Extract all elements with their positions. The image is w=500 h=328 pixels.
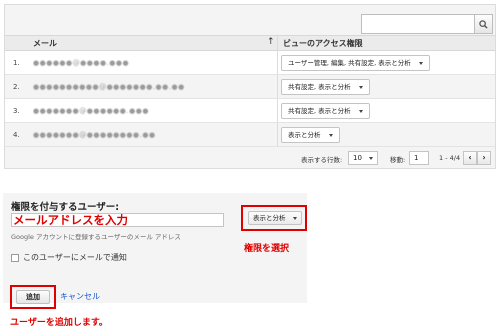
permission-highlight-box: 表示と分析 <box>241 205 307 231</box>
search-icon <box>479 19 488 29</box>
chevron-right-icon: › <box>482 153 486 162</box>
dropdown-arrow-icon <box>358 86 363 89</box>
email-hint: Google アカウントに登録するユーザーのメール アドレス <box>11 233 181 241</box>
permission-dropdown[interactable]: 表示と分析 <box>281 127 340 143</box>
permission-select-value: 表示と分析 <box>253 214 286 222</box>
table-row: 3. ●●●●●●●@●●●●●●.●●● 共有設定, 表示と分析 <box>5 99 495 123</box>
add-highlight-box: 追加 <box>10 285 56 309</box>
dropdown-arrow-icon <box>358 110 363 113</box>
column-divider <box>277 36 278 50</box>
column-divider <box>277 123 278 146</box>
rows-per-page-value: 10 <box>353 154 362 162</box>
goto-page-value: 1 <box>414 154 419 162</box>
goto-label: 移動: <box>390 156 406 164</box>
permission-dropdown[interactable]: 共有設定, 表示と分析 <box>281 103 370 119</box>
table-header: メール ↑ ビューのアクセス権限 <box>5 35 495 51</box>
row-number: 2. <box>13 83 20 91</box>
notify-label: このユーザーにメールで通知 <box>23 253 127 262</box>
permission-callout-text: 権限を選択 <box>244 244 290 254</box>
sort-arrow-icon[interactable]: ↑ <box>267 37 275 47</box>
user-email: ●●●●●●●@●●●●●●●●.●● <box>33 131 156 139</box>
permission-select[interactable]: 表示と分析 <box>248 211 302 225</box>
dropdown-arrow-icon <box>369 157 373 160</box>
rows-per-page-select[interactable]: 10 <box>348 151 378 165</box>
column-header-permissions: ビューのアクセス権限 <box>283 39 363 48</box>
row-number: 1. <box>13 59 20 67</box>
dropdown-arrow-icon <box>418 62 423 65</box>
table-row: 2. ●●●●●●●●●●@●●●●●●●.●●.●● 共有設定, 表示と分析 <box>5 75 495 99</box>
add-button[interactable]: 追加 <box>16 290 50 304</box>
search-input[interactable] <box>361 14 474 34</box>
notify-checkbox[interactable] <box>11 253 19 262</box>
user-table: メール ↑ ビューのアクセス権限 1. ●●●●●●@●●●●.●●● ユーザー… <box>5 35 495 147</box>
goto-page-input[interactable]: 1 <box>409 151 429 165</box>
search-button[interactable] <box>474 14 493 34</box>
cancel-link[interactable]: キャンセル <box>60 291 100 302</box>
next-page-button[interactable]: › <box>477 151 491 165</box>
user-email: ●●●●●●●●●●@●●●●●●●.●●.●● <box>33 83 185 91</box>
permission-value: 表示と分析 <box>288 131 321 139</box>
column-divider <box>277 99 278 122</box>
permission-dropdown[interactable]: ユーザー管理, 編集, 共有設定, 表示と分析 <box>281 55 430 71</box>
email-callout-text: メールアドレスを入力 <box>13 213 128 227</box>
prev-page-button[interactable]: ‹ <box>463 151 477 165</box>
user-email: ●●●●●●@●●●●.●●● <box>33 59 130 67</box>
table-row: 4. ●●●●●●●@●●●●●●●●.●● 表示と分析 <box>5 123 495 147</box>
row-number: 3. <box>13 107 20 115</box>
pagination-bar: 表示する行数: 10 移動: 1 1 - 4/4 ‹ › <box>5 149 495 167</box>
dropdown-arrow-icon <box>293 217 297 220</box>
table-row: 1. ●●●●●●@●●●●.●●● ユーザー管理, 編集, 共有設定, 表示と… <box>5 51 495 75</box>
user-email: ●●●●●●●@●●●●●●.●●● <box>33 107 149 115</box>
permission-value: ユーザー管理, 編集, 共有設定, 表示と分析 <box>288 59 411 67</box>
permission-value: 共有設定, 表示と分析 <box>288 83 351 91</box>
row-number: 4. <box>13 131 20 139</box>
rows-per-page-label: 表示する行数: <box>301 156 343 164</box>
column-divider <box>277 75 278 98</box>
permission-dropdown[interactable]: 共有設定, 表示と分析 <box>281 79 370 95</box>
notify-option[interactable]: このユーザーにメールで通知 <box>11 252 127 263</box>
dropdown-arrow-icon <box>328 134 333 137</box>
search-box <box>361 14 493 34</box>
user-list-panel: メール ↑ ビューのアクセス権限 1. ●●●●●●@●●●●.●●● ユーザー… <box>4 4 496 169</box>
permission-value: 共有設定, 表示と分析 <box>288 107 351 115</box>
chevron-left-icon: ‹ <box>468 153 472 162</box>
add-callout-text: ユーザーを追加します。 <box>10 318 108 328</box>
column-header-email[interactable]: メール <box>33 38 57 49</box>
form-title: 権限を付与するユーザー: <box>11 202 120 213</box>
column-divider <box>277 51 278 74</box>
page-range: 1 - 4/4 <box>439 154 461 162</box>
